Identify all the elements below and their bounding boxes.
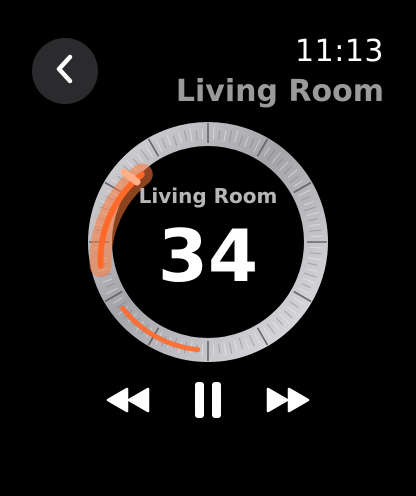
pause-button[interactable] bbox=[188, 382, 228, 422]
page-title: Living Room bbox=[175, 74, 384, 109]
rewind-button[interactable] bbox=[102, 382, 154, 422]
status-time: 11:13 bbox=[295, 34, 384, 69]
fast-forward-icon bbox=[265, 387, 311, 417]
back-button[interactable] bbox=[32, 38, 98, 104]
rewind-icon bbox=[105, 387, 151, 417]
pause-icon bbox=[193, 381, 223, 423]
fast-forward-button[interactable] bbox=[262, 382, 314, 422]
dial-tick bbox=[212, 344, 215, 355]
playback-controls bbox=[0, 382, 416, 422]
dial-tick bbox=[201, 129, 204, 140]
volume-label: Living Room bbox=[138, 184, 278, 208]
chevron-left-icon bbox=[53, 54, 77, 88]
volume-value: 34 bbox=[157, 214, 259, 298]
